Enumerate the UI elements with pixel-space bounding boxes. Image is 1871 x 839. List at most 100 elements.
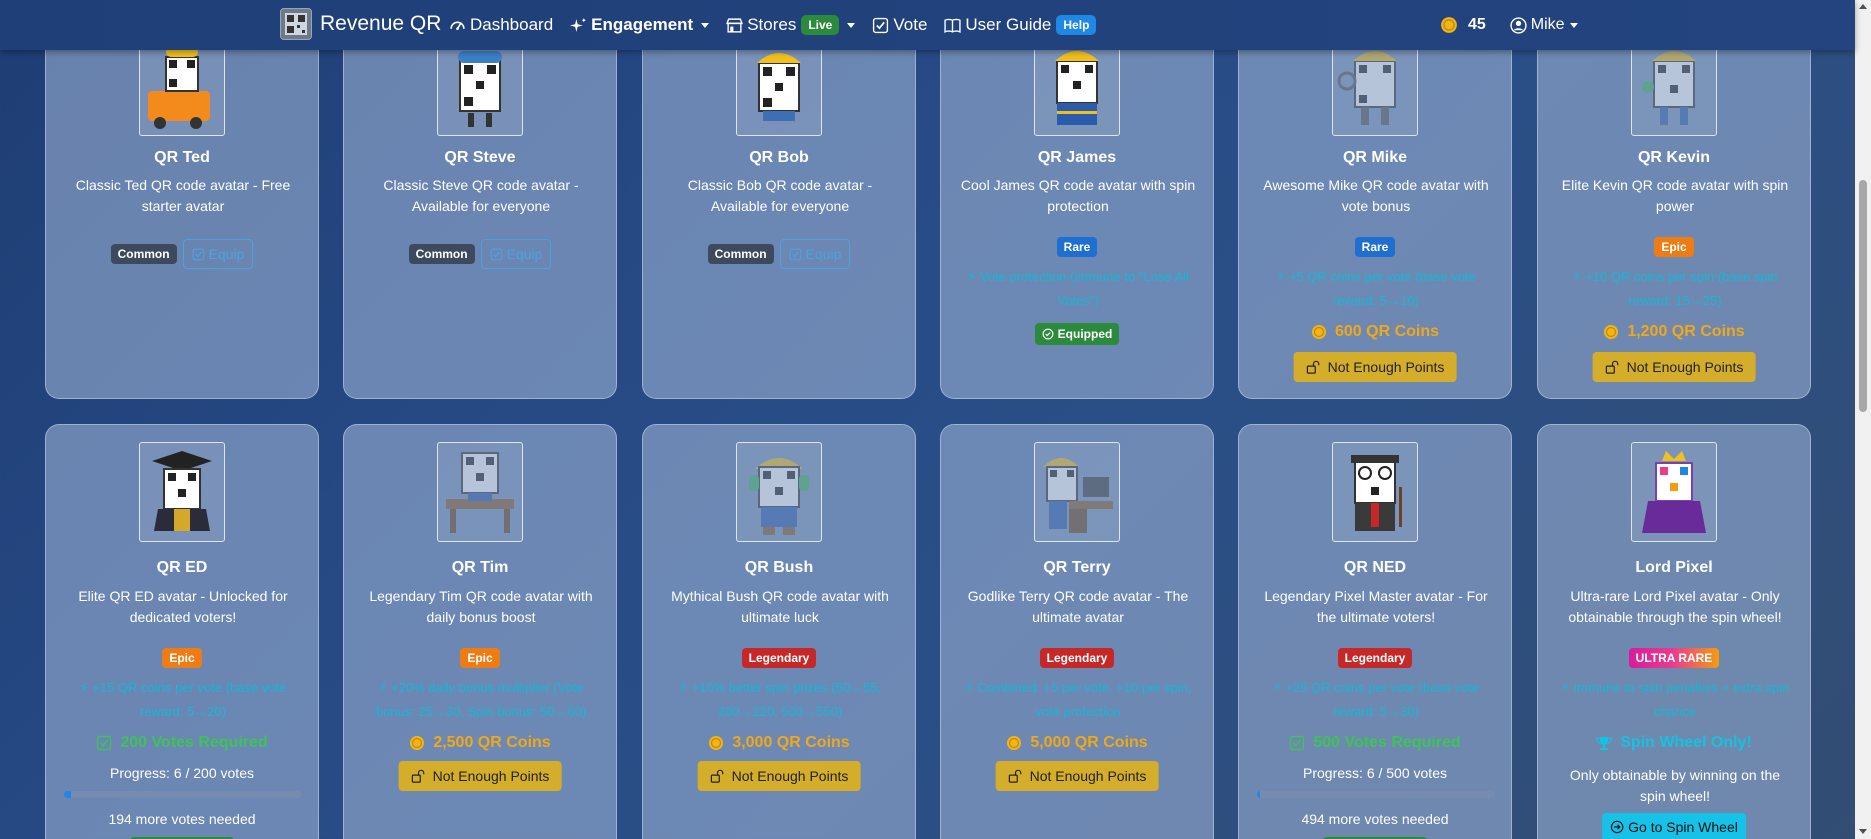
avatar-card-qr-james: QR James Cool James QR code avatar with …: [940, 20, 1214, 399]
avatar-name: QR Terry: [1043, 559, 1111, 576]
check-square-icon: [873, 17, 889, 33]
nav-dashboard-label: Dashboard: [470, 15, 554, 34]
bonus-text: +15 QR coins per vote (base vote reward:…: [92, 680, 287, 719]
rarity-badge: ULTRA RARE: [1628, 648, 1720, 668]
not-enough-points-button[interactable]: Not Enough Points: [1293, 352, 1457, 382]
not-enough-points-button[interactable]: Not Enough Points: [995, 761, 1159, 791]
help-badge: Help: [1056, 15, 1097, 35]
coin-icon: [1441, 17, 1457, 33]
nav-stores[interactable]: Stores Live: [726, 15, 856, 35]
button-label: Not Enough Points: [1626, 359, 1744, 375]
bonus-text: +20% daily bonus multiplier (Vote bonus:…: [375, 680, 587, 719]
rarity-badge: Epic: [162, 648, 202, 668]
progress-label: Progress: 6 / 500 votes: [1303, 765, 1447, 781]
bonus-text: Immune to spin penalties + extra spin ch…: [1573, 680, 1790, 719]
avatar-card-qr-ned: QR NED Legendary Pixel Master avatar - F…: [1238, 424, 1512, 839]
requirement-label: 500 Votes Required: [1313, 734, 1461, 751]
rarity-badge: Common: [408, 244, 475, 264]
avatar-name: QR Tim: [451, 559, 509, 576]
avatar-image: [1631, 442, 1717, 542]
not-enough-points-button[interactable]: Not Enough Points: [1592, 352, 1756, 382]
avatar-description: Elite Kevin QR code avatar with spin pow…: [1561, 177, 1789, 214]
nav-engagement[interactable]: Engagement: [570, 15, 710, 35]
rarity-badge: Epic: [1654, 237, 1694, 257]
lightning-icon: ⚡: [79, 680, 93, 695]
nav-dashboard[interactable]: Dashboard: [449, 15, 553, 35]
bonus-text: +25 QR coins per vote (base vote reward:…: [1285, 680, 1480, 719]
scrollbar-thumb[interactable]: [1859, 180, 1867, 412]
check-circle-icon: [1042, 328, 1054, 340]
points-count: 45: [1468, 16, 1486, 33]
coin-icon: [709, 736, 724, 750]
live-badge: Live: [801, 15, 840, 35]
avatar-card-qr-kevin: QR Kevin Elite Kevin QR code avatar with…: [1537, 20, 1811, 399]
check-square-icon: [192, 248, 204, 260]
avatar-name: QR Ted: [154, 149, 210, 166]
nav-vote[interactable]: Vote: [872, 15, 927, 35]
rarity-badge: Legendary: [1039, 648, 1115, 668]
equip-label: Equip: [805, 246, 842, 262]
not-enough-points-button[interactable]: Not Enough Points: [398, 761, 562, 791]
avatar-card-qr-bush: QR Bush Mythical Bush QR code avatar wit…: [642, 424, 916, 839]
votes-remaining: 194 more votes needed: [108, 811, 256, 827]
unlock-icon: [1306, 360, 1320, 374]
unlock-icon: [710, 769, 724, 783]
avatar-card-qr-steve: QR Steve Classic Steve QR code avatar - …: [343, 20, 617, 399]
equipped-badge: Equipped: [1034, 323, 1120, 345]
rarity-badge: Common: [110, 244, 177, 264]
avatar-image: [1332, 442, 1418, 542]
unlock-icon: [1008, 769, 1022, 783]
brand[interactable]: Revenue QR: [280, 8, 441, 40]
bonus-text: Vote protection (immune to "Lose All Vot…: [979, 269, 1189, 308]
arrow-right-circle-icon: [1610, 820, 1624, 834]
avatar-name: QR Steve: [444, 149, 516, 166]
coin-icon: [1007, 736, 1022, 750]
equip-button[interactable]: Equip: [182, 239, 254, 269]
avatar-card-qr-ed: QR ED Elite QR ED avatar - Unlocked for …: [45, 424, 319, 839]
go-to-spin-wheel-button[interactable]: Go to Spin Wheel: [1602, 813, 1746, 839]
lightning-icon: ⚡: [1560, 680, 1574, 695]
not-enough-points-button[interactable]: Not Enough Points: [697, 761, 861, 791]
top-navbar: Revenue QR Dashboard Engagement Stores L…: [0, 0, 1855, 50]
qr-avatar-workbench-icon: [446, 452, 514, 533]
avatar-description: Legendary Pixel Master avatar - For the …: [1264, 588, 1488, 625]
lightning-icon: ⚡: [1572, 269, 1586, 284]
check-square-icon: [97, 735, 112, 751]
user-circle-icon: [1510, 16, 1527, 34]
bonus-description: ⚡ +15 QR coins per vote (base vote rewar…: [66, 676, 300, 724]
avatar-image: [139, 36, 225, 136]
bonus-text: +10% better spin prizes (50→55, 200→220,…: [691, 680, 882, 719]
brand-logo: [280, 8, 312, 40]
requirement-label: 200 Votes Required: [120, 734, 268, 751]
trophy-icon: [1596, 737, 1612, 750]
avatar-description: Awesome Mike QR code avatar with vote bo…: [1263, 177, 1489, 214]
avatar-card-qr-terry: QR Terry Godlike Terry QR code avatar - …: [940, 424, 1214, 839]
avatar-description: Mythical Bush QR code avatar with ultima…: [671, 588, 889, 625]
vote-requirement: 500 Votes Required: [1239, 734, 1511, 752]
avatar-name: QR Kevin: [1637, 149, 1710, 166]
equip-label: Equip: [208, 246, 245, 262]
avatar-image: [736, 442, 822, 542]
scroll-down-icon[interactable]: [1859, 829, 1867, 834]
avatar-description: Classic Bob QR code avatar - Available f…: [687, 177, 873, 214]
nav-stores-label: Stores: [747, 15, 797, 34]
avatar-name: QR Mike: [1342, 149, 1407, 166]
lightning-icon: ⚡: [678, 680, 692, 695]
speedometer-icon: [450, 21, 465, 30]
avatar-description: Classic Steve QR code avatar - Available…: [383, 177, 579, 214]
price-label: 600 QR Coins: [1334, 323, 1440, 340]
progress-label: Progress: 6 / 200 votes: [110, 765, 254, 781]
avatar-image: [437, 442, 523, 542]
rarity-badge: Rare: [1056, 237, 1098, 257]
bonus-description: ⚡ +10 QR coins per spin (base spin rewar…: [1558, 265, 1792, 313]
progress-bar: [64, 791, 302, 798]
avatar-name: QR Bob: [749, 149, 809, 166]
chevron-down-icon: [847, 22, 856, 28]
avatar-name: Lord Pixel: [1635, 559, 1713, 576]
user-menu[interactable]: Mike: [1510, 16, 1578, 34]
equip-button[interactable]: Equip: [779, 239, 851, 269]
nav-user-guide[interactable]: User Guide Help: [944, 15, 1097, 35]
page-scrollbar[interactable]: [1855, 0, 1871, 839]
scroll-up-icon[interactable]: [1859, 4, 1867, 9]
equip-button[interactable]: Equip: [480, 239, 552, 269]
